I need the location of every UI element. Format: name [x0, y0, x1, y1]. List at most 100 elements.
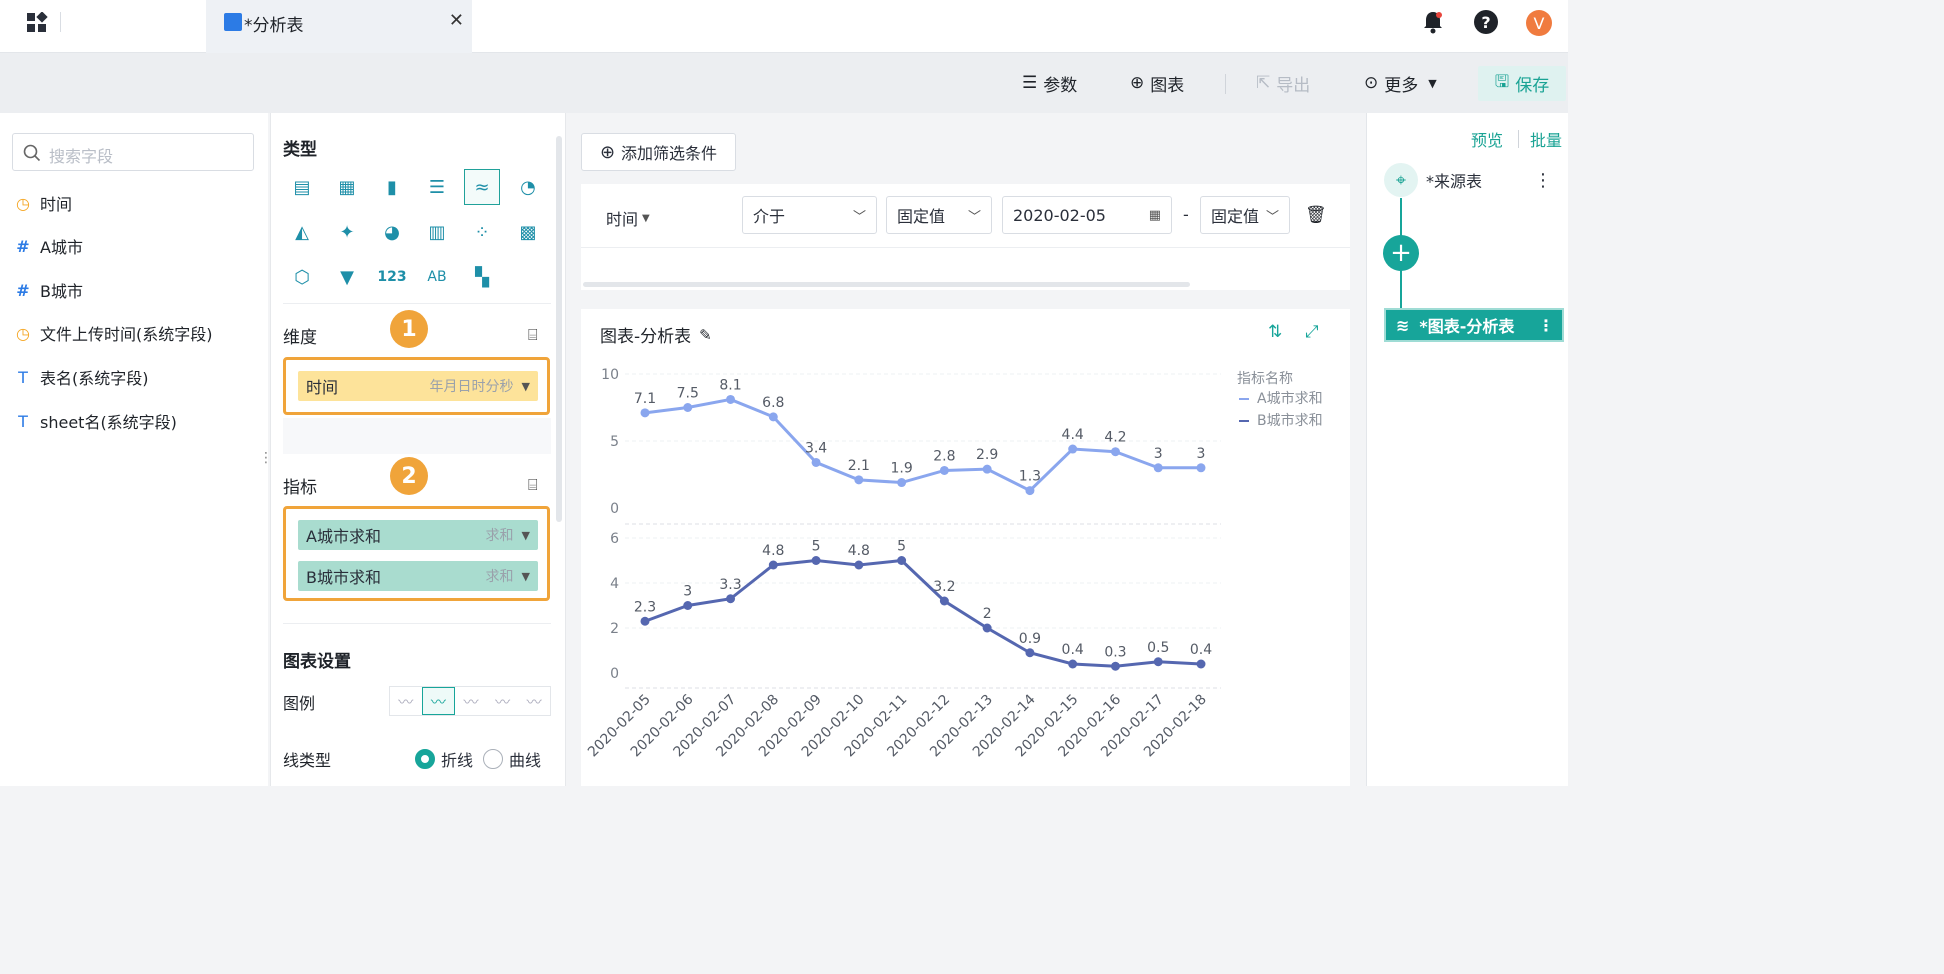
treemap-icon[interactable]: ▩ [510, 214, 546, 250]
search-input[interactable]: 搜索字段 [12, 133, 254, 171]
number-field-icon: # [16, 280, 30, 300]
word-cloud-icon[interactable]: AB [419, 259, 455, 295]
params-button[interactable]: ☰ 参数 [1022, 72, 1078, 96]
filter-mode1-select[interactable]: 固定值 ﹀ [886, 196, 992, 234]
edit-pen-icon[interactable]: ✎ [699, 326, 712, 344]
field-item-table-name[interactable]: T 表名(系统字段) [12, 364, 148, 390]
target-icon: ⌖ [1384, 163, 1418, 197]
data-label: 3.4 [805, 440, 827, 456]
more-button[interactable]: ⊙ 更多 ▼ [1364, 72, 1437, 96]
cross-table-icon[interactable]: ▦ [329, 169, 365, 205]
fullscreen-icon[interactable]: ⤢ [1305, 322, 1319, 342]
filter-field-select[interactable]: 时间 ▼ [606, 206, 650, 230]
dimension-pill-time[interactable]: 时间 年月日时分秒 ▼ [298, 371, 538, 401]
legend-left-option[interactable]: 〰 [455, 687, 487, 715]
data-point [768, 412, 778, 422]
horizontal-bar-icon[interactable]: ☰ [419, 169, 455, 205]
dimension-settings-icon[interactable]: ⌸ [528, 325, 538, 345]
filter-field-label: 时间 [606, 210, 639, 229]
params-label: 参数 [1043, 75, 1078, 96]
legend-none-option[interactable]: 〰 [390, 687, 422, 715]
add-filter-label: 添加筛选条件 [621, 144, 718, 163]
metric-settings-icon[interactable]: ⌸ [528, 475, 538, 495]
data-point [1025, 648, 1035, 658]
data-point [811, 457, 821, 467]
data-point [1153, 463, 1163, 473]
field-item-a-city[interactable]: # A城市 [12, 233, 83, 259]
metric-drop-area[interactable]: A城市求和 求和 ▼ B城市求和 求和 ▼ [283, 506, 550, 601]
batch-link[interactable]: 批量 [1530, 127, 1562, 151]
kpi-number-icon[interactable]: 123 [374, 259, 410, 295]
table-type-icon[interactable]: ▤ [284, 169, 320, 205]
scatter-chart-icon[interactable]: ⁘ [464, 214, 500, 250]
y-tick-label: 2 [610, 621, 619, 637]
data-point [683, 403, 693, 412]
more-vert-icon[interactable]: ⋮ [1538, 316, 1554, 335]
area-chart-icon[interactable]: ◭ [284, 214, 320, 250]
legend-right-option[interactable]: 〰 [421, 687, 456, 715]
data-point [1110, 661, 1120, 671]
bar-chart-icon[interactable]: ▮ [374, 169, 410, 205]
preview-link[interactable]: 预览 [1471, 127, 1503, 151]
field-item-b-city[interactable]: # B城市 [12, 277, 83, 303]
map-chart-icon[interactable]: ✦ [329, 214, 365, 250]
heatmap-icon[interactable]: ▚ [464, 259, 500, 295]
filter-date-input[interactable]: 2020-02-05 ▦ [1002, 196, 1172, 234]
gauge-chart-icon[interactable]: ◕ [374, 214, 410, 250]
avatar[interactable]: V [1526, 10, 1552, 36]
add-filter-button[interactable]: ⊕ 添加筛选条件 [581, 133, 736, 171]
legend-bottom-option[interactable]: 〰 [518, 687, 550, 715]
help-icon[interactable]: ? [1474, 10, 1498, 34]
pie-chart-icon[interactable]: ◔ [510, 169, 546, 205]
pill-granularity[interactable]: 年月日时分秒 [430, 376, 514, 396]
config-scrollbar[interactable] [556, 136, 562, 522]
chart-node[interactable]: ≋ *图表-分析表 ⋮ [1384, 308, 1564, 342]
mode1-value: 固定值 [897, 207, 946, 226]
add-node-button[interactable]: + [1383, 235, 1419, 271]
metric-pill-a-city[interactable]: A城市求和 求和 ▼ [298, 520, 538, 550]
combo-chart-icon[interactable]: ▥ [419, 214, 455, 250]
pill-aggregation[interactable]: 求和 [486, 525, 514, 545]
metric-pill-b-city[interactable]: B城市求和 求和 ▼ [298, 561, 538, 591]
filter-operator-select[interactable]: 介于 ﹀ [742, 196, 877, 234]
pill-aggregation[interactable]: 求和 [486, 566, 514, 586]
save-label: 保存 [1515, 76, 1550, 96]
date-value: 2020-02-05 [1013, 205, 1106, 225]
filter-mode2-select[interactable]: 固定值 ﹀ [1200, 196, 1290, 234]
apps-grid-icon[interactable] [26, 11, 48, 34]
caret-down-icon[interactable]: ▼ [522, 529, 530, 542]
bell-icon[interactable] [1422, 10, 1444, 38]
caret-down-icon[interactable]: ▼ [522, 380, 530, 393]
save-button[interactable]: 🖫 保存 [1478, 66, 1566, 101]
dimension-empty-slot[interactable] [283, 418, 551, 454]
funnel-chart-icon[interactable]: ▼ [329, 259, 365, 295]
line-chart-type-icon[interactable]: ≈ [464, 169, 500, 205]
calendar-icon[interactable]: ▦ [1149, 208, 1161, 223]
export-label: 导出 [1276, 75, 1311, 96]
trash-icon[interactable]: 🗑 [1305, 205, 1327, 225]
field-item-sheet-name[interactable]: Tsheet名(系统字段) [12, 408, 177, 434]
radar-chart-icon[interactable]: ⬡ [284, 259, 320, 295]
tab-title: *分析表 [244, 16, 304, 36]
field-item-time[interactable]: ◷ 时间 [12, 190, 72, 216]
sort-icon[interactable]: ⇅ [1268, 322, 1282, 342]
more-vert-icon[interactable]: ⋮ [1534, 170, 1552, 191]
close-icon[interactable]: ✕ [449, 10, 464, 31]
legend-item: B城市求和 [1257, 412, 1323, 429]
linetype-polyline-radio[interactable]: 折线 [415, 747, 473, 771]
data-point [1068, 659, 1078, 669]
export-button[interactable]: ⇱ 导出 [1256, 72, 1311, 96]
data-label: 2.8 [933, 448, 955, 464]
field-item-upload-time[interactable]: ◷ 文件上传时间(系统字段) [12, 320, 212, 346]
source-table-node[interactable]: ⌖ *来源表 ⋮ [1384, 163, 1562, 197]
legend-top-option[interactable]: 〰 [487, 687, 519, 715]
data-label: 3 [1197, 446, 1206, 462]
data-label: 1.9 [890, 461, 912, 477]
linetype-curve-radio[interactable]: 曲线 [483, 747, 541, 771]
tab-analysis-table[interactable]: *分析表 ✕ [206, 0, 472, 53]
caret-down-icon[interactable]: ▼ [522, 570, 530, 583]
radio-unchecked-icon [483, 749, 503, 769]
dimension-drop-area[interactable]: 时间 年月日时分秒 ▼ [283, 357, 550, 415]
add-chart-button[interactable]: ⊕ 图表 [1130, 72, 1184, 96]
filter-horizontal-scrollbar[interactable] [583, 282, 1190, 287]
